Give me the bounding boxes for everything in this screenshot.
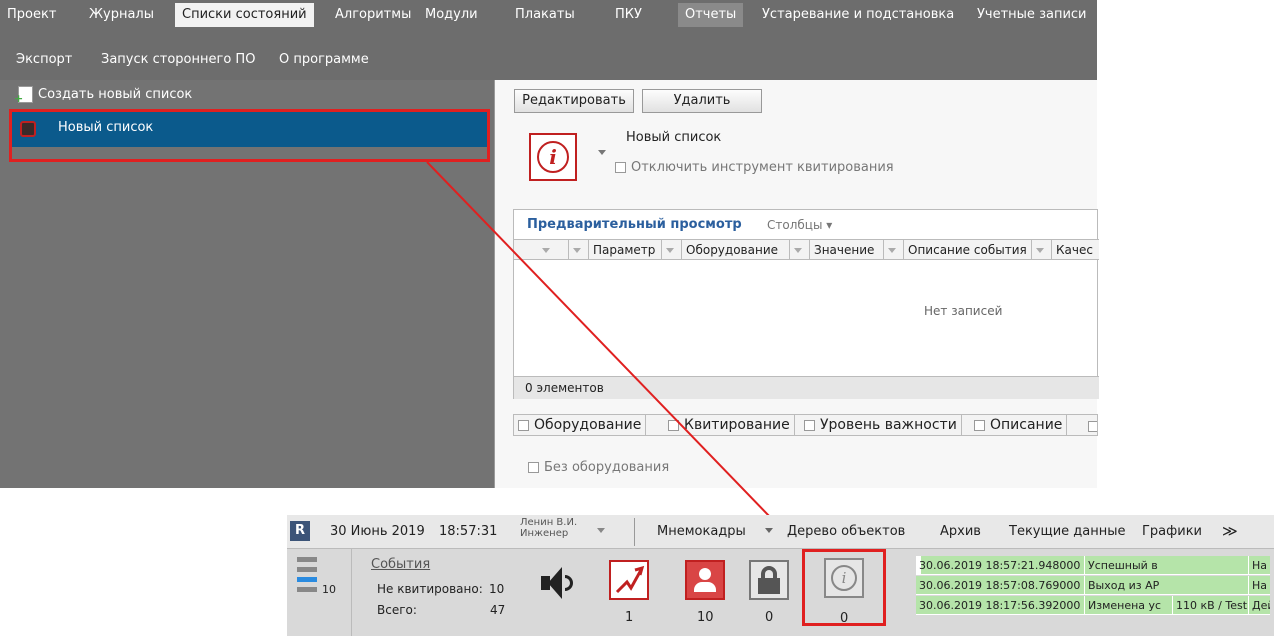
event-time: 30.06.2019 18:17:56.392000 [919, 599, 1081, 612]
sound-icon[interactable] [541, 567, 579, 601]
operator-status-bar: R 30 Июнь 2019 18:57:31 Ленин В.И. Инжен… [287, 515, 1274, 636]
event-text: Выход из АР [1084, 576, 1172, 594]
total-label: Всего: [377, 603, 417, 617]
nav-more[interactable]: ≫ [1222, 522, 1238, 540]
unacked-value: 10 [489, 582, 505, 596]
user-dropdown-icon[interactable] [597, 528, 605, 533]
nav-charts[interactable]: Графики [1142, 524, 1202, 539]
unacked-label: Не квитировано: [377, 582, 483, 596]
current-date: 30 Июнь 2019 [330, 524, 425, 539]
nav-current-data[interactable]: Текущие данные [1009, 524, 1126, 539]
nav-archive[interactable]: Архив [940, 524, 981, 539]
event-row[interactable]: 30.06.2019 18:57:08.769000 Выход из АР Н… [916, 576, 1270, 595]
event-row[interactable]: 30.06.2019 18:17:56.392000 Изменена ус 1… [916, 596, 1270, 615]
event-text: Успешный в [1084, 556, 1172, 574]
alarm-trend-icon[interactable] [609, 560, 649, 600]
event-time: 30.06.2019 18:57:21.948000 [919, 559, 1081, 572]
event-row[interactable]: 30.06.2019 18:57:21.948000 Успешный в На [916, 556, 1270, 575]
user-name: Ленин В.И. [520, 517, 578, 528]
event-text: Изменена ус [1084, 596, 1172, 614]
event-tail: На [1248, 556, 1267, 574]
status-top-row: R 30 Июнь 2019 18:57:31 Ленин В.И. Инжен… [287, 515, 1274, 549]
events-link[interactable]: События [371, 557, 430, 572]
chevron-down-icon[interactable] [765, 528, 773, 533]
user-alarm-count: 10 [697, 610, 714, 625]
user-alarm-icon[interactable] [685, 560, 725, 600]
event-tail: Дей [1248, 596, 1270, 614]
event-list: 30.06.2019 18:57:21.948000 Успешный в На… [916, 556, 1274, 636]
divider [351, 549, 352, 636]
trend-count: 1 [625, 610, 634, 625]
current-time: 18:57:31 [439, 524, 498, 539]
lock-count: 0 [765, 610, 774, 625]
divider [634, 518, 635, 546]
total-value: 47 [490, 603, 506, 617]
severity-levels [297, 557, 317, 592]
event-object: 110 кВ / Test [1172, 596, 1248, 614]
highlight-info-tile [802, 549, 886, 626]
nav-mnemo[interactable]: Мнемокадры [657, 524, 746, 539]
event-time: 30.06.2019 18:57:08.769000 [919, 579, 1081, 592]
event-tail: На [1248, 576, 1267, 594]
lock-icon[interactable] [749, 560, 789, 600]
user-role: Инженер [520, 528, 569, 539]
app-logo: R [290, 521, 310, 541]
nav-object-tree[interactable]: Дерево объектов [787, 524, 905, 539]
level-count: 10 [322, 583, 336, 596]
